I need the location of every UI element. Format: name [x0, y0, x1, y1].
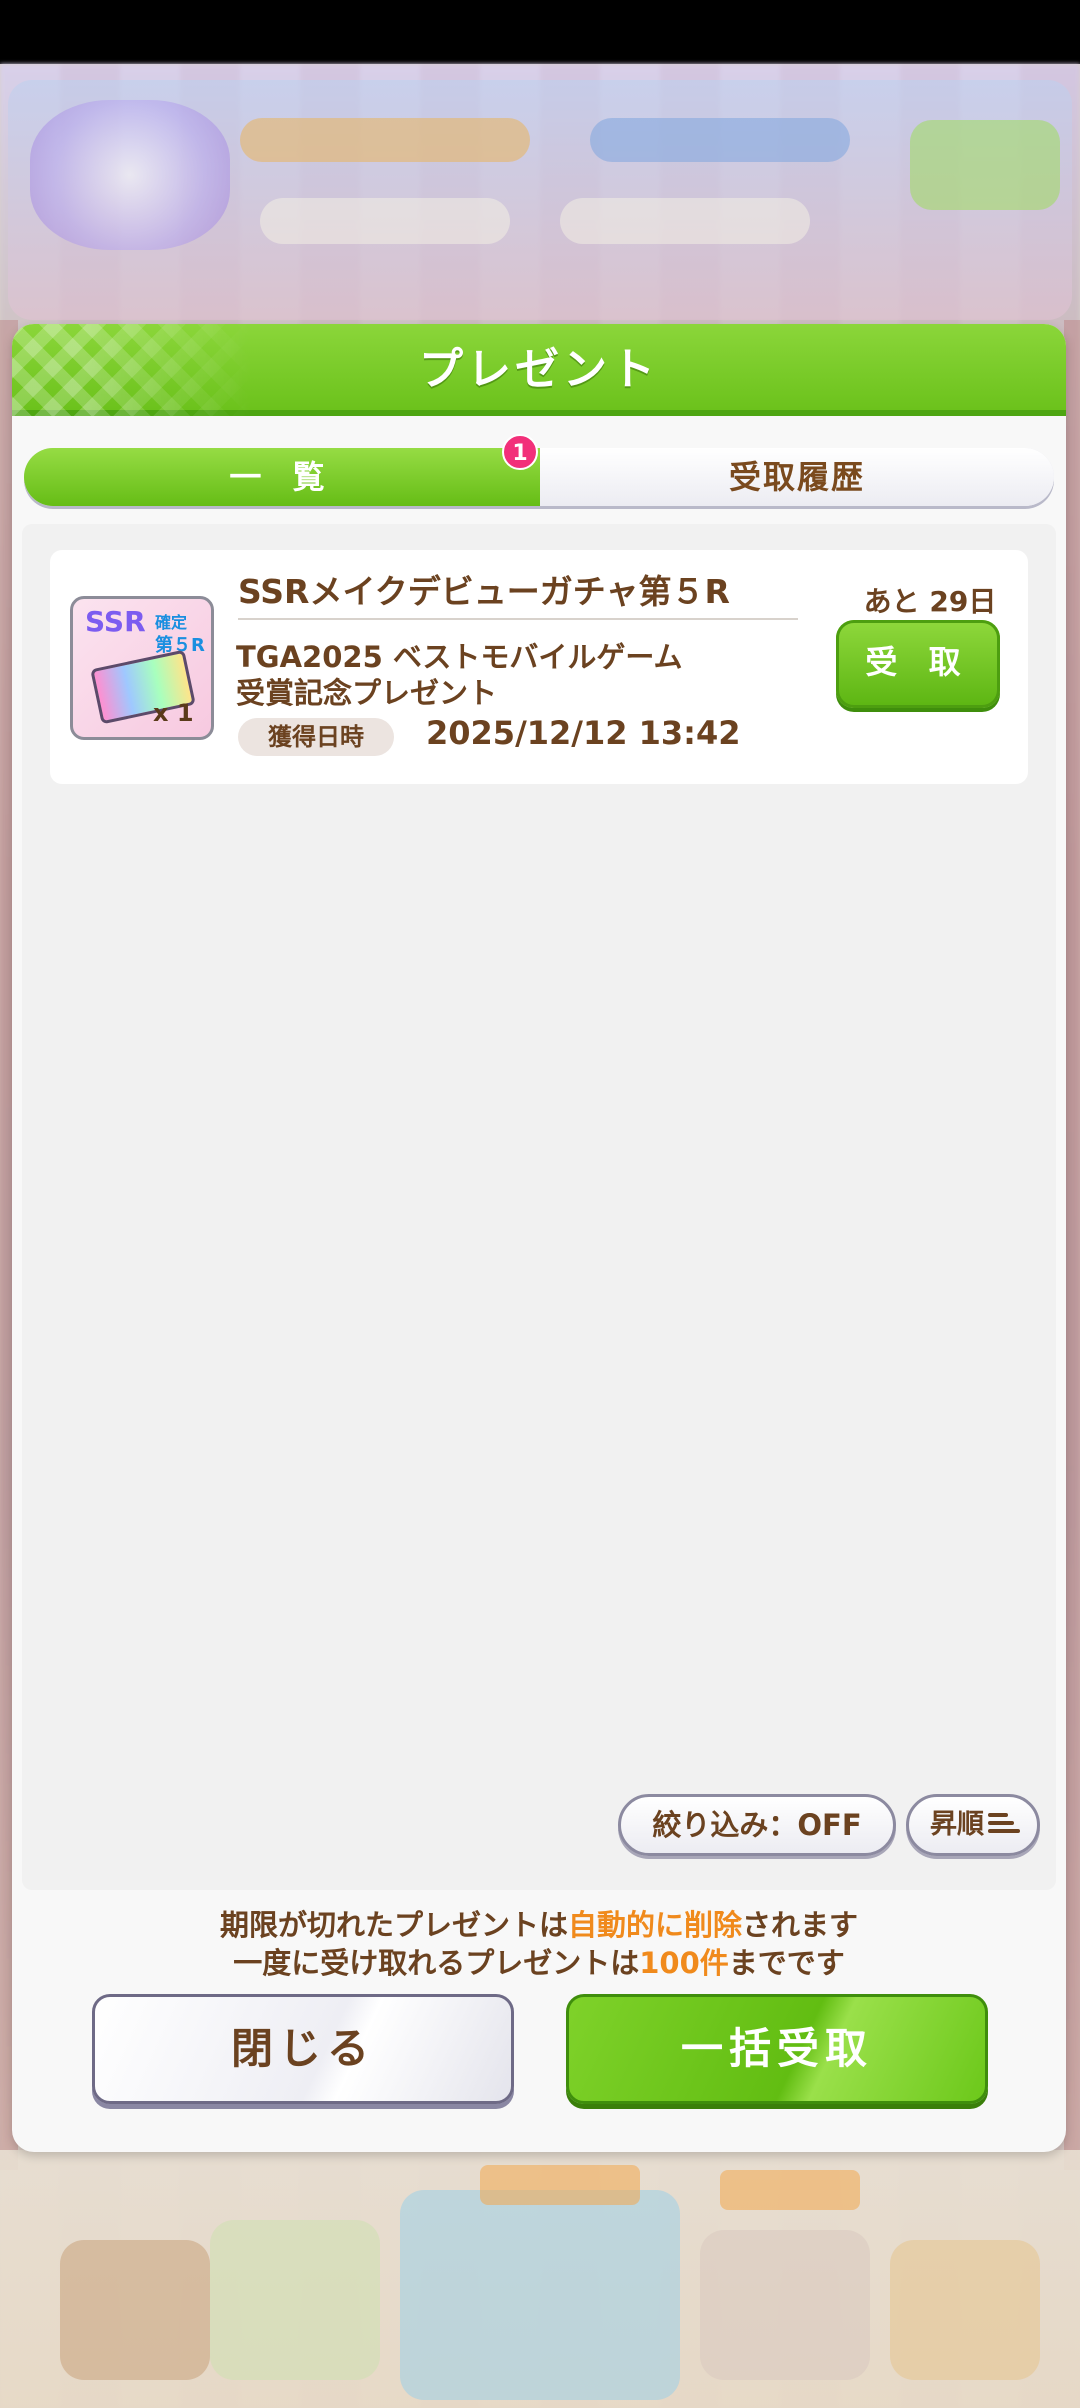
notification-badge: 1 [502, 434, 538, 470]
background-menu-tag [480, 2165, 640, 2205]
dialog-title: プレゼント [419, 344, 659, 395]
close-button[interactable]: 閉じる [92, 1994, 514, 2104]
background-menu-tag [720, 2170, 860, 2210]
tab-list[interactable]: 一 覧 [24, 448, 540, 506]
bulk-receive-button[interactable]: 一括受取 [566, 1994, 988, 2104]
background-decoration [1064, 320, 1080, 2170]
notice-text: 期限が切れたプレゼントは [219, 1908, 568, 1942]
background-currency [560, 198, 810, 244]
sort-lines-icon [988, 1813, 1020, 1835]
sort-label: 昇順 [930, 1809, 984, 1840]
item-title: SSRメイクデビューガチャ第５R [238, 568, 798, 620]
status-bar [0, 0, 1080, 64]
remaining-days: あと 29日 [863, 585, 997, 618]
icon-ssr-text: SSR [85, 605, 146, 638]
item-description: 受賞記念プレゼント [236, 676, 498, 710]
notice-highlight: 100件 [639, 1946, 729, 1980]
item-quantity: x 1 [153, 699, 194, 727]
background-menu-item [60, 2240, 210, 2380]
background-gauge [240, 118, 530, 162]
background-menu-item [890, 2240, 1040, 2380]
notice-text: されます [742, 1908, 859, 1942]
sort-button[interactable]: 昇順 [906, 1794, 1040, 1856]
background-logo [30, 100, 230, 250]
background-button [910, 120, 1060, 210]
notice-text: までです [728, 1946, 845, 1980]
background-menu-item [700, 2230, 870, 2380]
ssr-gacha-ticket-icon[interactable]: SSR 確定 第５R x 1 [70, 596, 214, 740]
acquired-date: 2025/12/12 13:42 [426, 714, 741, 752]
background-gauge [590, 118, 850, 162]
background-menu-item [210, 2220, 380, 2380]
filter-button[interactable]: 絞り込み：OFF [618, 1794, 896, 1856]
list-item: SSR 確定 第５R x 1 SSRメイクデビューガチャ第５R TGA2025 … [50, 550, 1028, 784]
notice-limit: 一度に受け取れるプレゼントは100件までです [12, 1940, 1066, 1982]
tab-history[interactable]: 受取履歴 [540, 448, 1054, 506]
notice-text: 一度に受け取れるプレゼントは [233, 1946, 640, 1980]
tab-bar: 一 覧 受取履歴 1 [24, 434, 1054, 506]
background-menu-item [400, 2190, 680, 2400]
notice-expiry: 期限が切れたプレゼントは自動的に削除されます [12, 1902, 1066, 1944]
present-list[interactable]: SSR 確定 第５R x 1 SSRメイクデビューガチャ第５R TGA2025 … [22, 524, 1056, 1890]
background-currency [260, 198, 510, 244]
receive-button[interactable]: 受 取 [836, 620, 1000, 708]
dialog-header: プレゼント [12, 324, 1066, 416]
icon-kakutei-text: 確定 [155, 613, 188, 632]
notice-highlight: 自動的に削除 [567, 1908, 742, 1942]
present-dialog: プレゼント 一 覧 受取履歴 1 SSR 確定 第５R x 1 SSRメイクデビ… [12, 324, 1066, 2152]
acquired-label: 獲得日時 [238, 718, 394, 756]
